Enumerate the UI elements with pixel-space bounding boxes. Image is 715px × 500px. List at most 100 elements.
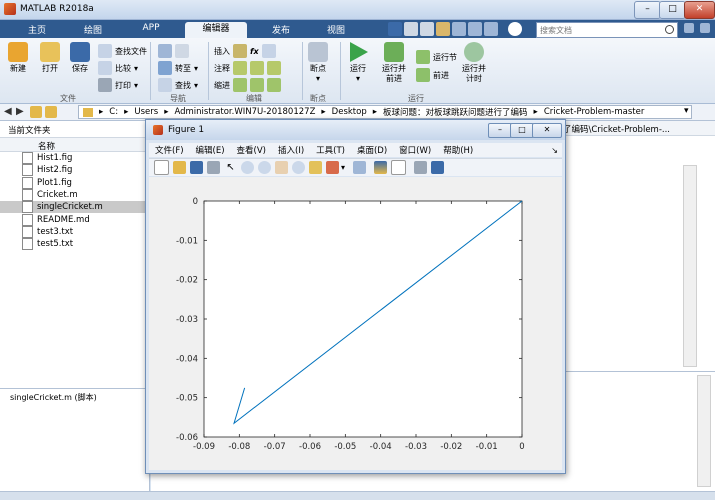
copy-icon[interactable] [420,22,434,36]
path-segment[interactable]: Users [134,107,158,117]
file-list-item[interactable]: README.md [0,213,145,226]
edit-plot-icon[interactable]: ↖ [224,161,237,174]
tab-publish[interactable]: 发布 [258,23,304,36]
run-and-advance-button[interactable]: 运行并 前进 [382,42,406,84]
file-list-item[interactable]: Cricket.m [0,188,145,201]
maximize-button[interactable]: □ [659,1,686,19]
tab-plots[interactable]: 绘图 [70,23,116,36]
data-cursor-icon[interactable] [309,161,322,174]
command-window-scrollbar[interactable] [697,375,711,487]
name-column-header[interactable]: 名称 [0,137,150,152]
run-and-time-button[interactable]: 运行并 计时 [462,42,486,84]
search-docs-input[interactable]: 搜索文档 [536,22,678,38]
link-plot-icon[interactable] [353,161,367,174]
figure-menu-window[interactable]: 窗口(W) [393,144,437,156]
tab-editor[interactable]: 编辑器 [185,22,247,38]
save-figure-icon[interactable] [190,161,203,174]
print-button[interactable]: 打印 ▾ [98,78,138,92]
find-button[interactable]: 查找 ▾ [158,78,198,92]
figure-menu-desktop[interactable]: 桌面(D) [351,144,393,156]
tab-home[interactable]: 主页 [14,23,60,36]
chevron-down-icon[interactable]: ▾ [341,163,345,172]
paste-icon[interactable] [436,22,450,36]
figure-menu-tools[interactable]: 工具(T) [310,144,351,156]
new-figure-icon[interactable] [154,160,169,175]
file-list-item[interactable]: test3.txt [0,225,145,238]
help-icon[interactable] [508,22,522,36]
figure-maximize-button[interactable]: □ [510,123,534,138]
cut-icon[interactable] [404,22,418,36]
indent-button[interactable]: 缩进 [214,78,281,92]
browse-folder-icon[interactable] [45,106,57,118]
run-button[interactable]: 运行 ▾ [348,42,368,84]
open-button[interactable]: 打开 [40,42,60,74]
save-button[interactable]: 保存 [70,42,90,74]
chevron-down-icon: ▾ [315,74,320,83]
ribbon-body: 新建 打开 保存 查找文件 比较 ▾ 打印 ▾ 文件 转至 ▾ 查找 ▾ 导航 [0,38,715,104]
figure-minimize-button[interactable]: – [488,123,512,138]
zoom-in-icon[interactable] [241,161,254,174]
up-folder-icon[interactable] [30,106,42,118]
path-segment[interactable]: 板球问题：对板球跳跃问题进行了编码 [383,106,528,118]
goto-button[interactable]: 转至 ▾ [158,61,198,75]
editor-vertical-scrollbar[interactable] [683,165,697,367]
path-segment[interactable]: Administrator.WIN7U-20180127Z [174,107,315,117]
print-figure-icon[interactable] [207,161,220,174]
figure-menu-insert[interactable]: 插入(I) [272,144,310,156]
compare-button[interactable]: 比较 ▾ [98,61,138,75]
figure-menu-view[interactable]: 查看(V) [231,144,272,156]
run-section-button[interactable]: 运行节 [416,50,457,64]
figure-menu-edit[interactable]: 编辑(E) [190,144,231,156]
open-file-icon[interactable] [173,161,186,174]
x-tick-label: -0.06 [299,442,321,452]
path-field[interactable]: ▸ C: ▸ Users ▸ Administrator.WIN7U-20180… [78,105,692,119]
minimize-button[interactable]: – [634,1,661,19]
close-button[interactable]: ✕ [684,1,715,19]
insert-button[interactable]: 插入 fx [214,44,276,58]
file-list-item[interactable]: Plot1.fig [0,176,145,189]
back-icon[interactable]: ◀ [4,106,12,117]
undo-icon[interactable] [452,22,466,36]
group-divider [208,42,209,100]
file-list-item[interactable]: Hist2.fig [0,164,145,177]
dock-arrow-icon[interactable]: ↘ [551,146,558,155]
figure-canvas: -0.09 -0.08 -0.07 -0.06 -0.05 -0.04 -0.03 -0.02… [149,177,562,470]
find-files-button[interactable]: 查找文件 [98,44,147,58]
forward-icon[interactable]: ▶ [16,106,24,117]
zoom-out-icon[interactable] [258,161,271,174]
comment-button[interactable]: 注释 [214,61,281,75]
notification-icon[interactable] [684,23,694,33]
tab-apps[interactable]: APP [128,23,174,33]
insert-colorbar-icon[interactable] [374,161,388,174]
ribbon-collapse-icon[interactable] [700,23,710,33]
hide-plot-tools-icon[interactable] [414,161,428,174]
file-list-item[interactable]: Hist1.fig [0,152,145,164]
file-list-item[interactable]: test5.txt [0,238,145,251]
path-segment[interactable]: C: [109,107,118,117]
path-segment[interactable]: Desktop [332,107,367,117]
switch-windows-icon[interactable] [484,22,498,36]
pan-icon[interactable] [275,161,288,174]
path-separator: ▸ [164,107,169,117]
figure-close-button[interactable]: ✕ [532,123,562,138]
compare-icon [98,61,112,75]
file-list-item[interactable]: singleCricket.m [0,201,145,214]
arrow-right-icon [175,44,189,58]
figure-menu-file[interactable]: 文件(F) [149,144,190,156]
insert-legend-icon[interactable] [391,160,407,175]
redo-icon[interactable] [468,22,482,36]
back-forward-buttons[interactable] [158,44,189,58]
y-tick-label: -0.04 [176,354,198,364]
brush-icon[interactable] [326,161,339,174]
breakpoints-button[interactable]: 断点 ▾ [308,42,328,84]
save-quick-icon[interactable] [388,22,402,36]
figure-menu-help[interactable]: 帮助(H) [437,144,479,156]
advance-button[interactable]: 前进 [416,68,449,82]
figure-logo-icon [153,125,163,135]
show-plot-tools-icon[interactable] [431,161,445,174]
new-button[interactable]: 新建 [8,42,28,74]
rotate-3d-icon[interactable] [292,161,305,174]
tab-view[interactable]: 视图 [313,23,359,36]
path-dropdown-icon[interactable]: ▾ [684,106,689,116]
path-segment[interactable]: Cricket-Problem-master [544,107,645,117]
